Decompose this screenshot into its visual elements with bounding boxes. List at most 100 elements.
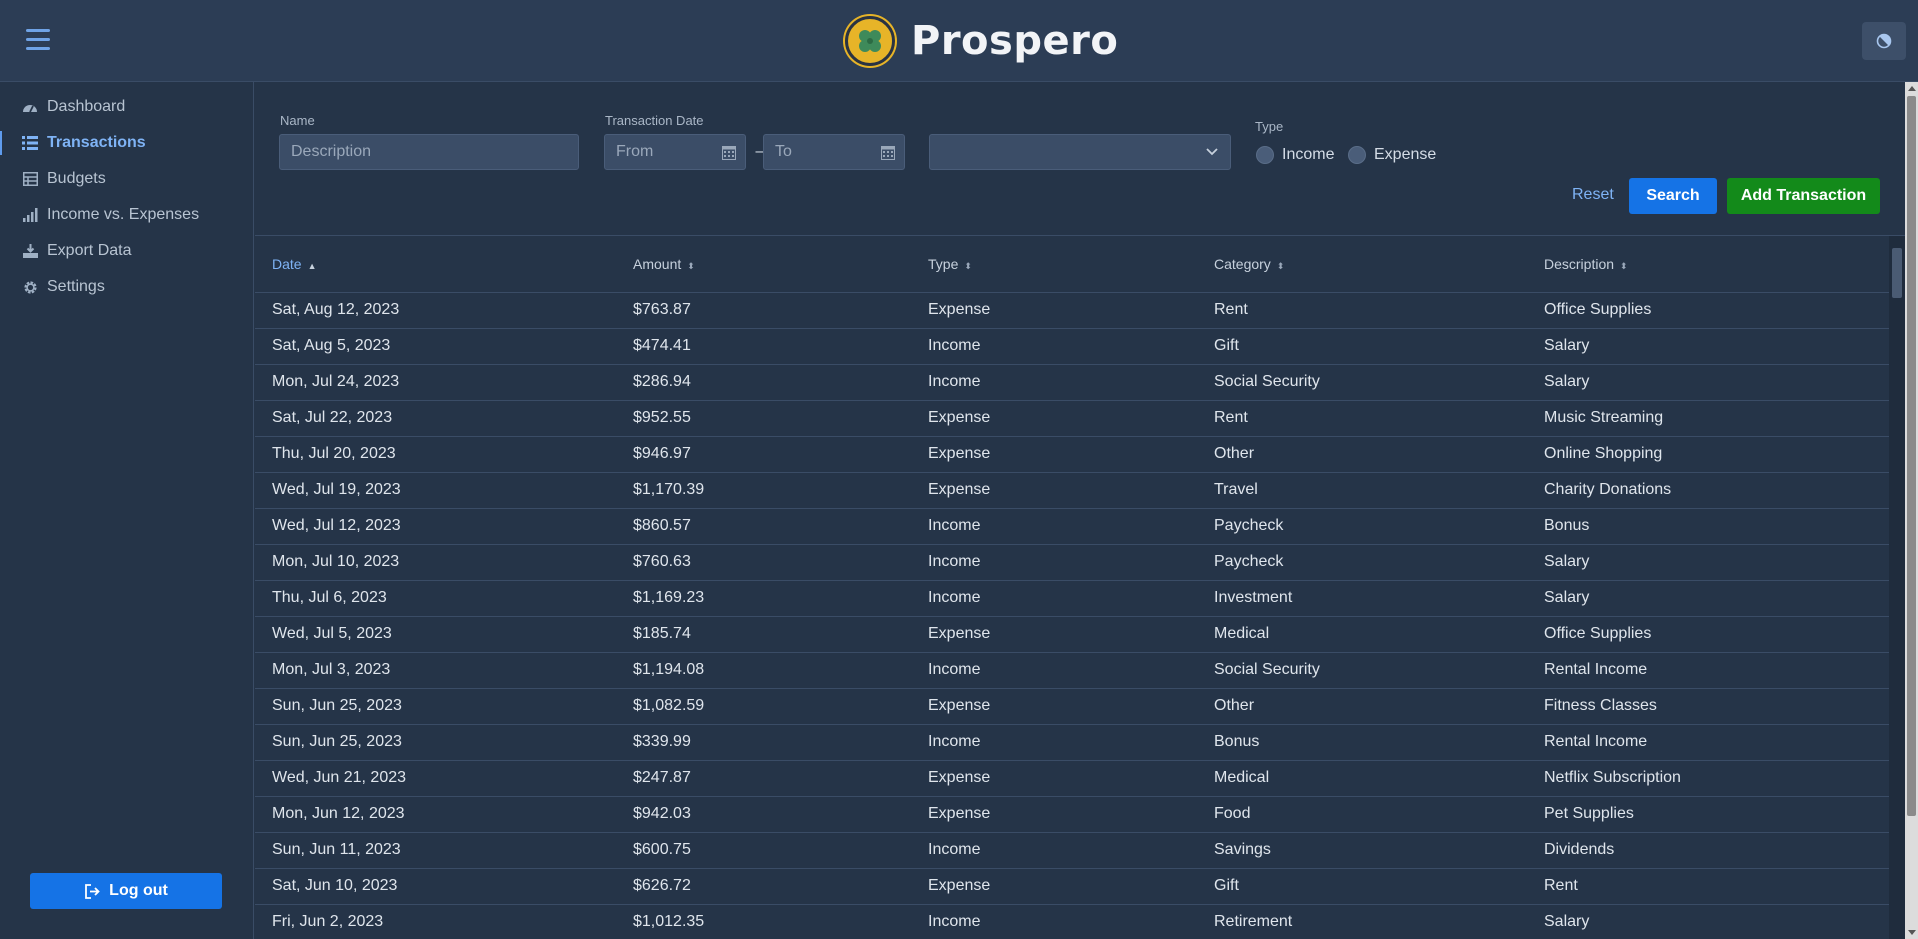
scrollbar-thumb[interactable] bbox=[1892, 248, 1902, 298]
radio-circle bbox=[1348, 146, 1366, 164]
table-row[interactable]: Thu, Jul 20, 2023 $946.97 Expense Other Onli… bbox=[255, 436, 1889, 473]
sidebar: Dashboard Transactions Budgets Income vs… bbox=[0, 82, 254, 939]
table-row[interactable]: Sat, Jul 22, 2023 $952.55 Expense Rent Music… bbox=[255, 400, 1889, 437]
scroll-up-icon[interactable] bbox=[1908, 86, 1916, 91]
name-input[interactable]: Description bbox=[279, 134, 579, 170]
page-scrollbar[interactable] bbox=[1905, 82, 1918, 939]
table-cell-description: Salary bbox=[1527, 544, 1889, 581]
column-header-date[interactable]: Date ▲ bbox=[255, 236, 616, 293]
table-cell-date: Sun, Jun 25, 2023 bbox=[255, 688, 616, 725]
table-cell-amount: $763.87 bbox=[616, 292, 911, 329]
table-row[interactable]: Wed, Jul 5, 2023 $185.74 Expense Medical Off… bbox=[255, 616, 1889, 653]
sidebar-item-transactions[interactable]: Transactions bbox=[0, 125, 253, 161]
reset-button[interactable]: Reset bbox=[1572, 186, 1614, 204]
table-row[interactable]: Mon, Jun 12, 2023 $942.03 Expense Food Pet S… bbox=[255, 796, 1889, 833]
sidebar-item-dashboard[interactable]: Dashboard bbox=[0, 89, 253, 125]
search-button[interactable]: Search bbox=[1629, 178, 1717, 214]
table-cell-type: Income bbox=[911, 724, 1197, 761]
sidebar-item-export-data[interactable]: Export Data bbox=[0, 233, 253, 269]
table-cell-amount: $860.57 bbox=[616, 508, 911, 545]
table-row[interactable]: Mon, Jul 24, 2023 $286.94 Income Social Sec… bbox=[255, 364, 1889, 401]
table-cell-description: Rental Income bbox=[1527, 724, 1889, 761]
table-row[interactable]: Sat, Aug 12, 2023 $763.87 Expense Rent Offic… bbox=[255, 292, 1889, 329]
column-header-description[interactable]: Description ⬍ bbox=[1527, 236, 1889, 293]
table-cell-category: Bonus bbox=[1197, 724, 1527, 761]
table-cell-description: Bonus bbox=[1527, 508, 1889, 545]
table-icon bbox=[22, 171, 38, 187]
table-cell-description: Salary bbox=[1527, 904, 1889, 939]
sidebar-item-income-vs-expenses[interactable]: Income vs. Expenses bbox=[0, 197, 253, 233]
table-row[interactable]: Sun, Jun 11, 2023 $600.75 Income Savings Div… bbox=[255, 832, 1889, 869]
table-scrollbar[interactable] bbox=[1889, 236, 1905, 939]
table-cell-category: Paycheck bbox=[1197, 508, 1527, 545]
type-radio-expense[interactable]: Expense bbox=[1348, 146, 1436, 164]
table-cell-date: Mon, Jul 3, 2023 bbox=[255, 652, 616, 689]
date-to-placeholder: To bbox=[775, 143, 792, 160]
sort-icon: ⬍ bbox=[1276, 260, 1285, 271]
date-to-input[interactable]: To bbox=[763, 134, 905, 170]
sort-icon: ⬍ bbox=[964, 260, 972, 271]
sidebar-item-label: Export Data bbox=[47, 242, 132, 259]
table-row[interactable]: Mon, Jul 10, 2023 $760.63 Income Paycheck Sa… bbox=[255, 544, 1889, 581]
table-cell-date: Thu, Jul 6, 2023 bbox=[255, 580, 616, 617]
table-row[interactable]: Sun, Jun 25, 2023 $1,082.59 Expense Other Fi… bbox=[255, 688, 1889, 725]
table-cell-description: Salary bbox=[1527, 364, 1889, 401]
name-label: Name bbox=[280, 113, 315, 128]
list-icon bbox=[22, 135, 38, 151]
table-cell-amount: $626.72 bbox=[616, 868, 911, 905]
chevron-down-icon bbox=[1206, 148, 1218, 156]
type-radio-income[interactable]: Income bbox=[1256, 146, 1334, 164]
table-cell-description: Rental Income bbox=[1527, 652, 1889, 689]
table-cell-type: Income bbox=[911, 904, 1197, 939]
gear-icon bbox=[22, 279, 38, 295]
table-cell-date: Mon, Jul 10, 2023 bbox=[255, 544, 616, 581]
filter-bar: Name Description Transaction Date From –… bbox=[255, 82, 1905, 236]
table-cell-description: Music Streaming bbox=[1527, 400, 1889, 437]
table-cell-type: Income bbox=[911, 364, 1197, 401]
column-header-category[interactable]: Category ⬍ bbox=[1197, 236, 1527, 293]
logout-button[interactable]: Log out bbox=[30, 873, 222, 909]
sidebar-item-label: Transactions bbox=[47, 134, 146, 151]
column-header-type[interactable]: Type ⬍ bbox=[911, 236, 1197, 293]
table-row[interactable]: Thu, Jul 6, 2023 $1,169.23 Income Investmen… bbox=[255, 580, 1889, 617]
table-row[interactable]: Fri, Jun 2, 2023 $1,012.35 Income Retiremen… bbox=[255, 904, 1889, 939]
table-cell-description: Dividends bbox=[1527, 832, 1889, 869]
column-header-amount[interactable]: Amount ⬍ bbox=[616, 236, 911, 293]
table-row[interactable]: Mon, Jul 3, 2023 $1,194.08 Income Social Se… bbox=[255, 652, 1889, 689]
table-row[interactable]: Sat, Aug 5, 2023 $474.41 Income Gift Salary bbox=[255, 328, 1889, 365]
table-cell-date: Wed, Jul 5, 2023 bbox=[255, 616, 616, 653]
sidebar-item-settings[interactable]: Settings bbox=[0, 269, 253, 305]
table-row[interactable]: Wed, Jul 12, 2023 $860.57 Income Paycheck Bo… bbox=[255, 508, 1889, 545]
table-row[interactable]: Sat, Jun 10, 2023 $626.72 Expense Gift Rent bbox=[255, 868, 1889, 905]
table-cell-type: Expense bbox=[911, 760, 1197, 797]
table-cell-description: Online Shopping bbox=[1527, 436, 1889, 473]
table-cell-category: Food bbox=[1197, 796, 1527, 833]
table-row[interactable]: Wed, Jul 19, 2023 $1,170.39 Expense Travel C… bbox=[255, 472, 1889, 509]
table-row[interactable]: Wed, Jun 21, 2023 $247.87 Expense Medical Ne… bbox=[255, 760, 1889, 797]
table-cell-category: Medical bbox=[1197, 760, 1527, 797]
table-row[interactable]: Sun, Jun 25, 2023 $339.99 Income Bonus Renta… bbox=[255, 724, 1889, 761]
table-cell-category: Investment bbox=[1197, 580, 1527, 617]
table-cell-description: Charity Donations bbox=[1527, 472, 1889, 509]
scrollbar-thumb[interactable] bbox=[1907, 96, 1916, 816]
date-from-input[interactable]: From bbox=[604, 134, 746, 170]
table-cell-type: Income bbox=[911, 544, 1197, 581]
add-transaction-button[interactable]: Add Transaction bbox=[1727, 178, 1880, 214]
table-cell-type: Expense bbox=[911, 436, 1197, 473]
sidebar-item-budgets[interactable]: Budgets bbox=[0, 161, 253, 197]
scroll-down-icon[interactable] bbox=[1908, 930, 1916, 935]
table-cell-category: Social Security bbox=[1197, 652, 1527, 689]
theme-toggle-button[interactable] bbox=[1862, 22, 1906, 60]
app-title: Prospero bbox=[911, 18, 1119, 64]
table-cell-type: Expense bbox=[911, 868, 1197, 905]
name-input-placeholder: Description bbox=[291, 143, 372, 160]
category-select[interactable] bbox=[929, 134, 1231, 170]
sidebar-item-label: Settings bbox=[47, 278, 105, 295]
table-cell-date: Sat, Aug 12, 2023 bbox=[255, 292, 616, 329]
table-cell-type: Income bbox=[911, 328, 1197, 365]
table-cell-category: Gift bbox=[1197, 328, 1527, 365]
menu-icon[interactable] bbox=[26, 29, 50, 51]
table-cell-amount: $185.74 bbox=[616, 616, 911, 653]
table-cell-category: Rent bbox=[1197, 292, 1527, 329]
table-cell-amount: $942.03 bbox=[616, 796, 911, 833]
